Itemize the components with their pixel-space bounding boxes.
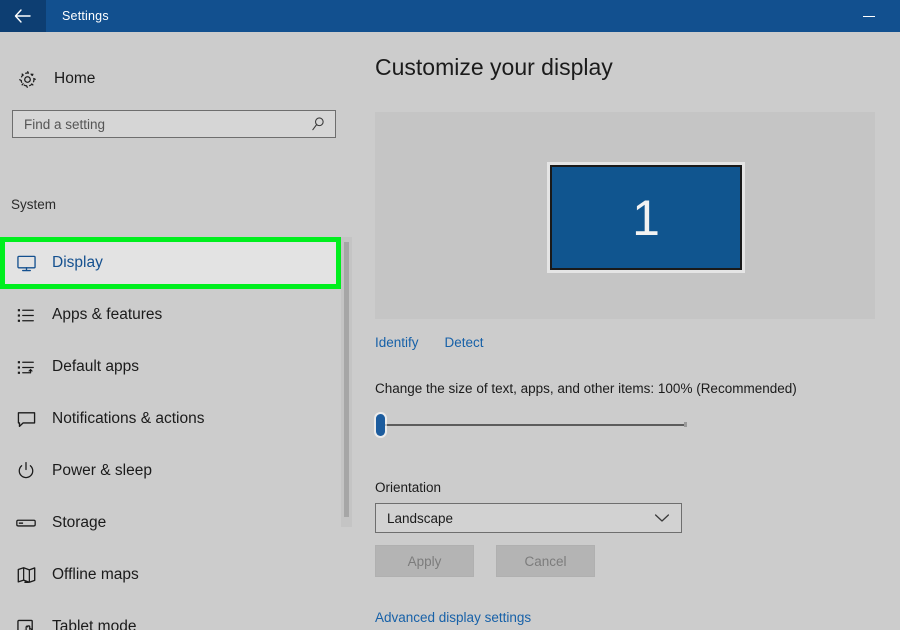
minimize-icon [863,15,875,17]
sidebar-item-notifications-actions[interactable]: Notifications & actions [0,393,341,445]
sidebar-item-offline-maps[interactable]: Offline maps [0,549,341,601]
main-content: Customize your display 1 Identify Detect… [352,32,900,630]
apply-button[interactable]: Apply [375,545,474,577]
sidebar-item-tablet-mode[interactable]: Tablet mode [0,601,341,630]
action-buttons: Apply Cancel [375,545,595,577]
search-icon[interactable] [310,116,335,132]
sidebar-item-display[interactable]: Display [0,237,341,289]
list-bullets-icon [0,306,52,325]
window-titlebar: Settings [0,0,900,32]
orientation-dropdown-value: Landscape [387,510,454,526]
window-title: Settings [62,9,109,23]
settings-window: Settings Home Find a setting System Disp… [0,0,900,630]
scale-slider-end-tick [684,422,687,427]
identify-link[interactable]: Identify [375,335,419,350]
map-icon [0,565,52,585]
scale-slider-track [383,424,685,426]
sidebar-group-title: System [11,197,57,212]
list-arrow-icon [0,358,52,377]
sidebar-item-default-apps-label: Default apps [52,358,140,375]
sidebar-item-power-sleep-label: Power & sleep [52,462,152,479]
page-title: Customize your display [375,54,613,80]
sidebar-item-storage-label: Storage [52,514,107,531]
sidebar-nav-list: Display Apps & features Default apps Not… [0,237,352,630]
sidebar-item-apps-features-label: Apps & features [52,306,163,323]
search-input-placeholder: Find a setting [24,116,106,132]
speech-bubble-icon [0,410,52,429]
sidebar-item-notifications-actions-label: Notifications & actions [52,410,205,427]
orientation-label: Orientation [375,480,442,495]
monitor-number-label: 1 [632,189,660,246]
back-arrow-icon [14,9,31,23]
sidebar-item-tablet-mode-label: Tablet mode [52,618,137,630]
orientation-dropdown[interactable]: Landscape [375,503,682,533]
scale-slider-label: Change the size of text, apps, and other… [375,381,797,396]
drive-icon [0,516,52,530]
detect-link[interactable]: Detect [445,335,484,350]
scale-slider[interactable] [375,412,690,438]
monitor-1-thumbnail[interactable]: 1 [550,165,742,270]
cancel-button[interactable]: Cancel [496,545,595,577]
advanced-display-settings-link[interactable]: Advanced display settings [375,610,531,625]
tablet-hand-icon [0,618,52,630]
sidebar: Home Find a setting System Display Apps … [0,32,352,630]
power-icon [0,461,52,481]
sidebar-item-display-label: Display [52,254,103,271]
sidebar-item-default-apps[interactable]: Default apps [0,341,341,393]
minimize-button[interactable] [846,0,892,32]
monitor-icon [0,254,52,273]
scale-slider-thumb[interactable] [376,414,385,436]
sidebar-item-storage[interactable]: Storage [0,497,341,549]
chevron-down-icon [654,513,681,523]
sidebar-scrollbar-thumb[interactable] [344,242,349,517]
sidebar-item-home-label: Home [54,70,96,87]
display-preview-panel: 1 [375,112,875,319]
back-button[interactable] [0,0,46,32]
sidebar-item-apps-features[interactable]: Apps & features [0,289,341,341]
sidebar-item-offline-maps-label: Offline maps [52,566,139,583]
search-input[interactable]: Find a setting [12,110,336,138]
sidebar-item-power-sleep[interactable]: Power & sleep [0,445,341,497]
gear-icon [0,69,54,90]
identify-detect-links: Identify Detect [375,335,484,350]
sidebar-item-home[interactable]: Home [0,58,340,100]
